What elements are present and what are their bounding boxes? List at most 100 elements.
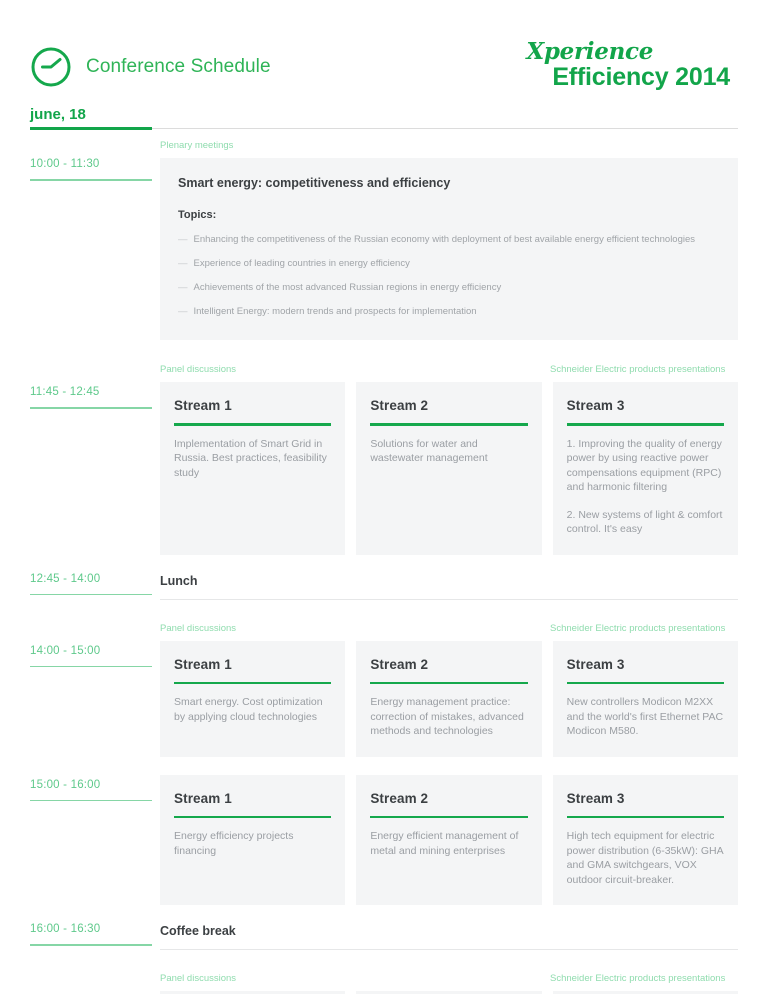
time-underline — [30, 944, 152, 946]
stream-card-body: High tech equipment for electric power d… — [567, 829, 724, 887]
schedule-row-1145: Panel discussions Schneider Electric pro… — [30, 364, 738, 555]
time-underline — [30, 799, 152, 801]
logo-line-efficiency: Efficiency 2014 — [552, 63, 730, 91]
stream-card-body: Smart energy. Cost optimization by apply… — [174, 695, 331, 724]
schedule-row-plenary: Plenary meetings 10:00 - 11:30 Smart ene… — [30, 140, 738, 340]
stream-card-accent — [370, 815, 528, 818]
stream-card[interactable]: Stream 3 High tech equipment for electri… — [552, 774, 738, 905]
break-divider — [160, 598, 738, 600]
time-underline — [30, 407, 152, 409]
logo-line-xperience: Xperience — [526, 38, 654, 65]
stream-card-body: Energy efficient management of metal and… — [370, 829, 527, 858]
stream-card-body: Energy management practice: correction o… — [370, 695, 527, 739]
topics-label: Topics: — [178, 209, 217, 221]
stream-card-title: Stream 3 — [566, 656, 625, 672]
time-label: 10:00 - 11:30 — [30, 158, 100, 170]
time-column: 14:00 - 15:00 — [30, 644, 152, 667]
time-column: 10:00 - 11:30 — [30, 158, 152, 181]
plenary-title: Smart energy: competitiveness and effici… — [178, 176, 451, 190]
stream-card-body: Energy efficiency projects financing — [174, 829, 331, 858]
topic-text: Achievements of the most advanced Russia… — [193, 282, 502, 293]
stream-card-title: Stream 3 — [566, 790, 625, 806]
stream-card-title: Stream 3 — [566, 398, 625, 413]
stream-card-accent — [566, 681, 724, 684]
topic-dash-icon: — — [178, 306, 188, 317]
stream-card[interactable]: Stream 1 Smart energy. Cost optimization… — [160, 640, 346, 757]
row-spacer — [30, 905, 738, 923]
stream-card-accent — [370, 681, 528, 684]
break-title: Coffee break — [160, 924, 236, 938]
row-spacer — [30, 757, 738, 775]
category-strip: Plenary meetings — [160, 140, 738, 158]
stream-card[interactable]: Stream 2 Energy management practice: cor… — [356, 640, 542, 757]
stream-card-paragraph: Energy management practice: correction o… — [370, 696, 524, 737]
stream-card[interactable]: Stream 3 1. Improving the quality of ene… — [552, 382, 738, 555]
schedule-row-lunch: 12:45 - 14:00 Lunch — [30, 573, 738, 613]
time-column: 11:45 - 12:45 — [30, 386, 152, 409]
stream-card-paragraph: New controllers Modicon M2XX and the wor… — [566, 696, 724, 737]
stream-card-title: Stream 1 — [174, 398, 232, 413]
stream-card-accent — [174, 681, 332, 684]
xperience-efficiency-logo: Xperience Efficiency 2014 — [524, 40, 730, 90]
time-underline — [30, 593, 152, 595]
stream-card[interactable]: Stream 2 Solutions for water and wastewa… — [356, 382, 542, 555]
stream-card-title: Stream 2 — [370, 656, 429, 672]
stream-card-accent — [174, 423, 332, 426]
stream-card[interactable]: Stream 3 New controllers Modicon M2XX an… — [552, 640, 738, 757]
time-label: 16:00 - 16:30 — [30, 923, 101, 935]
stream-card-body: Solutions for water and wastewater manag… — [370, 437, 527, 466]
stream-card-paragraph: High tech equipment for electric power d… — [566, 830, 724, 886]
stream-cards: Stream 1 Smart energy. Cost optimization… — [160, 640, 738, 757]
time-label: 14:00 - 15:00 — [30, 644, 101, 657]
stream-card-accent — [370, 423, 528, 426]
time-underline — [30, 665, 152, 667]
time-label: 12:45 - 14:00 — [30, 572, 101, 585]
category-strip: Panel discussions Schneider Electric pro… — [160, 623, 738, 641]
stream-card-title: Stream 1 — [174, 790, 232, 806]
topic-dash-icon: — — [178, 258, 188, 269]
stream-card-title: Stream 1 — [174, 656, 232, 672]
stream-card-accent — [174, 815, 332, 818]
stream-card-paragraph: Solutions for water and wastewater manag… — [370, 437, 488, 465]
time-label: 15:00 - 16:00 — [30, 778, 101, 791]
stream-card-paragraph: 1. Improving the quality of energy power… — [566, 437, 722, 494]
row-spacer — [30, 340, 738, 364]
stream-cards: Stream 1 Implementation of Smart Grid in… — [160, 382, 738, 555]
plenary-panel[interactable]: Smart energy: competitiveness and effici… — [160, 158, 738, 340]
stream-card[interactable]: Stream 1 Implementation of Smart Grid in… — [160, 382, 346, 555]
category-label-panel: Panel discussions — [160, 364, 237, 375]
topic-item: — Experience of leading countries in ene… — [178, 257, 720, 270]
topic-item: — Intelligent Energy: modern trends and … — [178, 305, 720, 318]
time-column: 15:00 - 16:00 — [30, 778, 152, 801]
row-spacer — [30, 613, 738, 623]
category-label-panel: Panel discussions — [160, 973, 237, 984]
date-accent-bar — [30, 127, 152, 130]
category-label-plenary: Plenary meetings — [160, 140, 234, 151]
topic-dash-icon: — — [178, 234, 188, 245]
stream-card[interactable]: Stream 1 Energy efficiency projects fina… — [160, 774, 346, 905]
stream-card-paragraph: Implementation of Smart Grid in Russia. … — [174, 437, 327, 479]
time-column: 16:00 - 16:30 — [30, 923, 152, 946]
stream-cards: Stream 1 Energy efficiency projects fina… — [160, 774, 738, 905]
stream-card[interactable]: Stream 2 Energy efficient management of … — [356, 774, 542, 905]
category-label-schneider: Schneider Electric products presentation… — [550, 622, 726, 634]
category-label-schneider: Schneider Electric products presentation… — [550, 364, 726, 375]
stream-card-paragraph: Energy efficient management of metal and… — [370, 830, 519, 857]
schedule-list: Plenary meetings 10:00 - 11:30 Smart ene… — [30, 140, 738, 994]
row-spacer — [30, 555, 738, 573]
date-bar: june, 18 — [30, 106, 738, 130]
time-label: 11:45 - 12:45 — [30, 386, 100, 398]
conference-schedule-page: Conference Schedule Xperience Efficiency… — [0, 0, 768, 994]
topic-item: — Enhancing the competitiveness of the R… — [178, 233, 720, 246]
stream-card-accent — [566, 815, 724, 818]
topic-text: Intelligent Energy: modern trends and pr… — [193, 306, 477, 317]
schedule-row-1500: 15:00 - 16:00 Stream 1 Energy efficiency… — [30, 774, 738, 905]
category-strip: Panel discussions Schneider Electric pro… — [160, 364, 738, 382]
stream-card-title: Stream 2 — [370, 398, 429, 413]
stream-card-body: New controllers Modicon M2XX and the wor… — [567, 695, 724, 739]
category-label-panel: Panel discussions — [160, 622, 237, 634]
page-header: Conference Schedule Xperience Efficiency… — [30, 40, 738, 102]
date-label: june, 18 — [30, 106, 86, 123]
schedule-row-coffee-break: 16:00 - 16:30 Coffee break — [30, 923, 738, 963]
time-column: 12:45 - 14:00 — [30, 572, 152, 595]
